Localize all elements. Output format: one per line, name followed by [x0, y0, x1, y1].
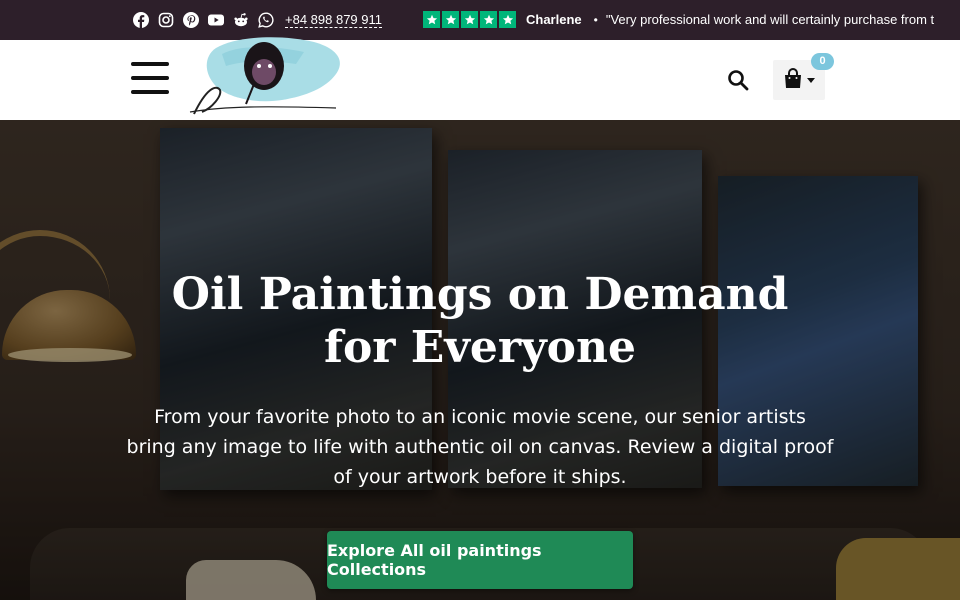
phone-link[interactable]: +84 898 879 911 [285, 12, 382, 28]
shopping-bag-icon [785, 68, 801, 88]
separator-dot: • [593, 12, 598, 27]
pinterest-icon[interactable] [183, 12, 199, 28]
hero-title: Oil Paintings on Demand for Everyone [130, 268, 830, 374]
trustpilot-stars [423, 11, 516, 28]
site-logo[interactable] [186, 34, 346, 120]
hero-subtitle-line: bring any image to life with authentic o… [126, 436, 834, 458]
top-bar: +84 898 879 911 Charlene • "Very profess… [0, 0, 960, 40]
star-icon [499, 11, 516, 28]
hero-subtitle-line: From your favorite photo to an iconic mo… [154, 406, 806, 428]
reddit-icon[interactable] [233, 12, 249, 28]
hero-subtitle: From your favorite photo to an iconic mo… [120, 402, 840, 492]
explore-collections-button[interactable]: Explore All oil paintings Collections [327, 531, 633, 589]
star-icon [442, 11, 459, 28]
cart-button[interactable]: 0 [773, 53, 834, 100]
search-icon[interactable] [727, 69, 749, 91]
trustpilot-review[interactable]: Charlene • "Very professional work and w… [423, 11, 934, 28]
hero-section: Oil Paintings on Demand for Everyone Fro… [0, 120, 960, 600]
hamburger-icon[interactable] [131, 62, 169, 96]
site-header: 0 [0, 37, 960, 120]
instagram-icon[interactable] [158, 12, 174, 28]
hero-title-line: for Everyone [324, 322, 636, 373]
review-quote: "Very professional work and will certain… [605, 12, 935, 27]
cart-count-badge: 0 [811, 53, 834, 70]
facebook-icon[interactable] [133, 12, 149, 28]
star-icon [423, 11, 440, 28]
chevron-down-icon [807, 78, 815, 83]
youtube-icon[interactable] [208, 12, 224, 28]
whatsapp-icon[interactable] [258, 12, 274, 28]
social-links: +84 898 879 911 [133, 12, 382, 28]
reviewer-name: Charlene [526, 12, 582, 27]
star-icon [480, 11, 497, 28]
hero-title-line: Oil Paintings on Demand [171, 269, 789, 320]
hero-subtitle-line: of your artwork before it ships. [333, 466, 627, 488]
star-icon [461, 11, 478, 28]
